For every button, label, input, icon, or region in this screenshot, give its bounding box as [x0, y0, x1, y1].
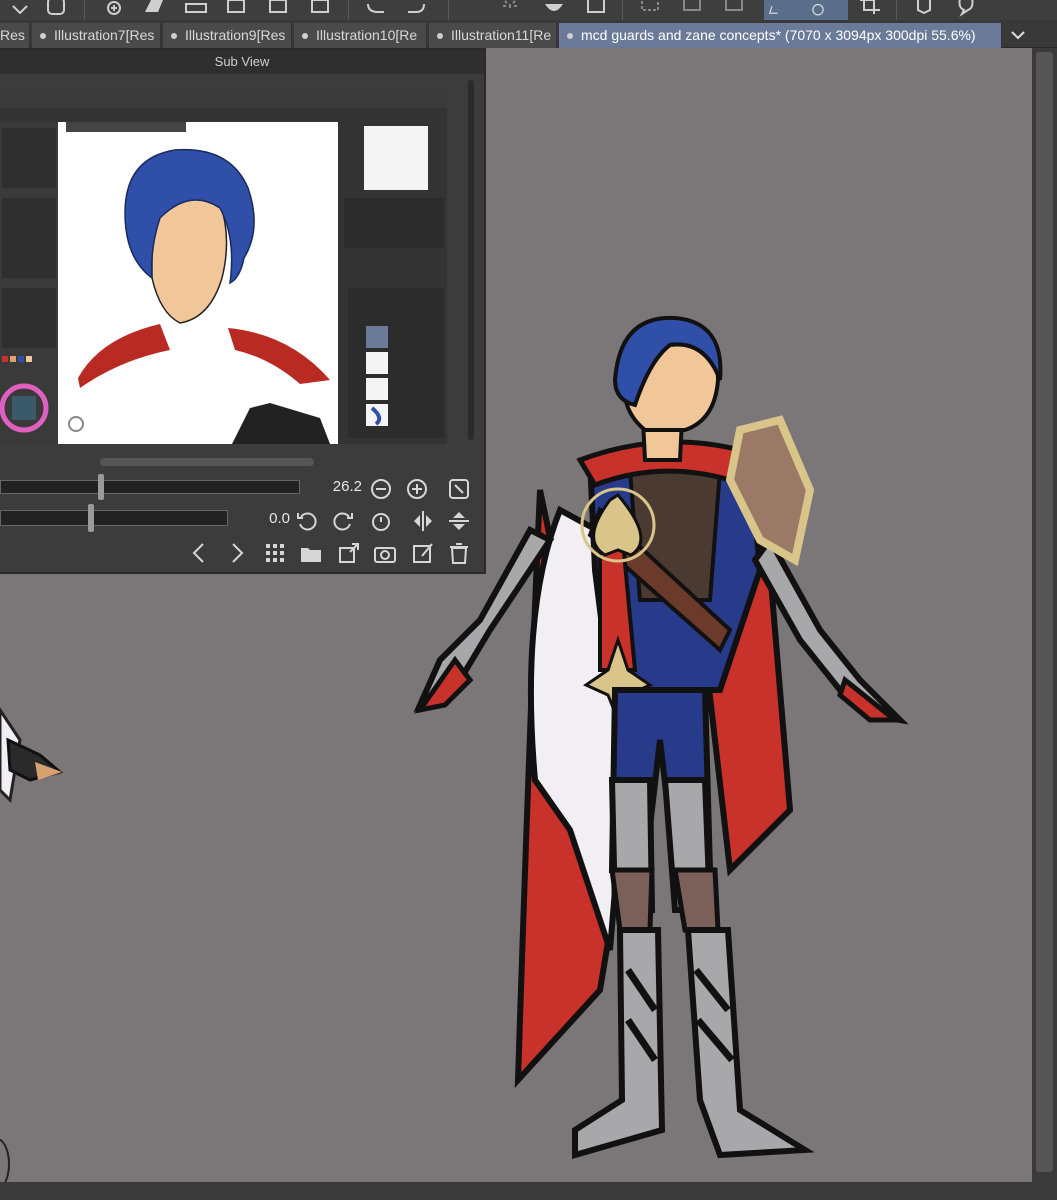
camera-icon[interactable] — [372, 540, 398, 566]
deselect-icon[interactable] — [680, 0, 704, 18]
sub-view-vertical-scrollbar[interactable] — [468, 80, 474, 440]
tab-dot-icon — [437, 33, 443, 39]
invert-icon[interactable] — [722, 0, 746, 18]
zoom-in-icon[interactable] — [404, 476, 430, 502]
reset-rotation-icon[interactable] — [368, 508, 394, 534]
chevron-down-icon[interactable] — [8, 0, 32, 18]
sub-view-horizontal-scrollbar[interactable] — [100, 458, 314, 466]
tab-dot-icon — [302, 33, 308, 39]
rotate-right-icon[interactable] — [330, 508, 356, 534]
sub-view-title: Sub View — [0, 50, 484, 74]
flip-horizontal-icon[interactable] — [410, 508, 436, 534]
folder-icon[interactable] — [142, 0, 166, 18]
tab-dot-icon — [171, 33, 177, 39]
sub-view-reference-image[interactable] — [0, 88, 447, 444]
trash-icon[interactable] — [446, 540, 472, 566]
rotation-slider-track[interactable] — [0, 510, 228, 526]
reference-screenshot — [0, 88, 447, 444]
zoom-out-icon[interactable] — [368, 476, 394, 502]
crop-icon[interactable] — [858, 0, 882, 18]
snap-curve-icon[interactable] — [806, 0, 848, 20]
export-alt-icon[interactable] — [308, 0, 332, 18]
transform-icon[interactable] — [584, 0, 608, 18]
export-icon[interactable] — [266, 0, 290, 18]
snap-ruler-icon[interactable] — [764, 0, 806, 20]
import-icon[interactable] — [336, 540, 362, 566]
tab-dot-icon — [567, 33, 573, 39]
tab-illustration11[interactable]: Illustration11[Re — [429, 23, 557, 48]
grid-icon[interactable] — [262, 540, 288, 566]
open-folder-icon[interactable] — [298, 540, 324, 566]
heart-icon[interactable] — [542, 0, 566, 18]
edit-icon[interactable] — [410, 540, 436, 566]
canvas-vertical-scroll-thumb[interactable] — [1036, 52, 1053, 1172]
main-toolbar — [0, 0, 1057, 20]
sub-view-panel: Sub View 26.2 0.0 — [0, 48, 486, 574]
rotation-value: 0.0 — [269, 510, 290, 527]
fit-view-icon[interactable] — [446, 476, 472, 502]
layer-stack-icon[interactable] — [44, 0, 68, 18]
redo-icon[interactable] — [404, 0, 428, 18]
rotation-slider-handle[interactable] — [88, 504, 94, 532]
tab-dot-icon — [40, 33, 46, 39]
fill-icon[interactable] — [224, 0, 248, 18]
undo-icon[interactable] — [364, 0, 388, 18]
tab-illustration7[interactable]: Illustration7[Res — [32, 23, 161, 48]
zoom-value: 26.2 — [332, 478, 362, 495]
document-tab-bar: Res Illustration7[Res Illustration9[Res … — [0, 20, 1057, 48]
tab-overflow-chevron-icon[interactable] — [1004, 23, 1032, 48]
canvas-bottom-bar — [0, 1182, 1032, 1200]
partial-character-illustration — [0, 700, 70, 810]
spinner-icon[interactable] — [498, 0, 522, 18]
tab-illustration10[interactable]: Illustration10[Re — [294, 23, 427, 48]
rotate-left-icon[interactable] — [294, 508, 320, 534]
zoom-slider-track[interactable] — [0, 480, 300, 494]
selection-icon[interactable] — [638, 0, 662, 18]
next-image-icon[interactable] — [224, 540, 250, 566]
tab-mcd-guards[interactable]: mcd guards and zane concepts* (7070 x 30… — [559, 23, 1002, 48]
zoom-slider-handle[interactable] — [98, 474, 104, 500]
comment-icon[interactable] — [954, 0, 978, 18]
eraser-icon[interactable] — [184, 0, 208, 18]
3d-icon[interactable] — [912, 0, 936, 18]
flip-vertical-icon[interactable] — [446, 508, 472, 534]
add-layer-icon[interactable] — [100, 0, 124, 18]
tab-document-0[interactable]: Res — [0, 23, 30, 48]
previous-image-icon[interactable] — [186, 540, 212, 566]
tab-illustration9[interactable]: Illustration9[Res — [163, 23, 292, 48]
clip-studio-window: Res Illustration7[Res Illustration9[Res … — [0, 0, 1057, 1200]
